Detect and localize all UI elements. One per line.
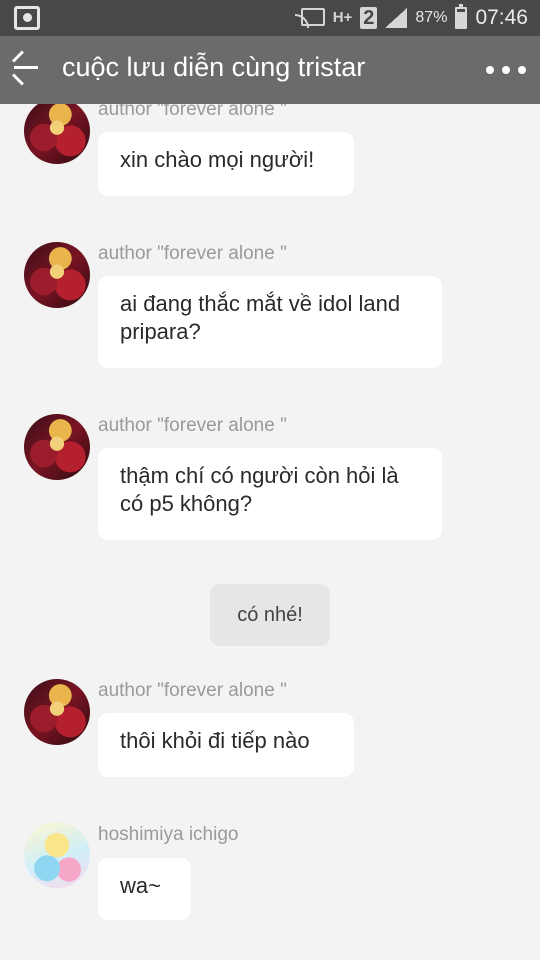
status-icons: H+ 2 87% 07:46 (294, 0, 528, 36)
message-author: author "forever alone " (98, 680, 287, 701)
clock: 07:46 (475, 6, 528, 29)
more-options-icon[interactable] (486, 60, 526, 80)
system-message: có nhé! (210, 584, 330, 646)
message-bubble[interactable]: xin chào mọi người! (98, 132, 354, 196)
network-type: H+ (332, 9, 353, 26)
message-bubble[interactable]: thôi khỏi đi tiếp nào (98, 713, 354, 777)
cast-icon (294, 8, 325, 28)
avatar[interactable] (24, 104, 90, 164)
battery-icon (455, 4, 468, 29)
avatar[interactable] (24, 242, 90, 308)
message-bubble[interactable]: wa~ (98, 858, 191, 920)
message-author: author "forever alone " (98, 415, 287, 436)
message-author: author "forever alone " (98, 243, 287, 264)
status-bar: H+ 2 87% 07:46 (0, 0, 540, 36)
screenshot-icon (14, 6, 40, 30)
avatar[interactable] (24, 679, 90, 745)
chat-thread[interactable]: author "forever alone " xin chào mọi ngư… (0, 104, 540, 960)
back-arrow-icon[interactable] (4, 46, 48, 90)
avatar[interactable] (24, 414, 90, 480)
battery-percent: 87% (415, 9, 448, 26)
message-bubble[interactable]: thậm chí có người còn hỏi là có p5 không… (98, 448, 442, 540)
page-title: cuộc lưu diễn cùng tristar (62, 52, 366, 82)
message-author: hoshimiya ichigo (98, 824, 239, 845)
sim-indicator: 2 (360, 7, 378, 29)
avatar[interactable] (24, 822, 90, 888)
message-author: author "forever alone " (98, 104, 287, 120)
message-bubble[interactable]: ai đang thắc mắt về idol land pripara? (98, 276, 442, 368)
signal-icon (385, 8, 408, 28)
app-bar: cuộc lưu diễn cùng tristar (0, 36, 540, 104)
